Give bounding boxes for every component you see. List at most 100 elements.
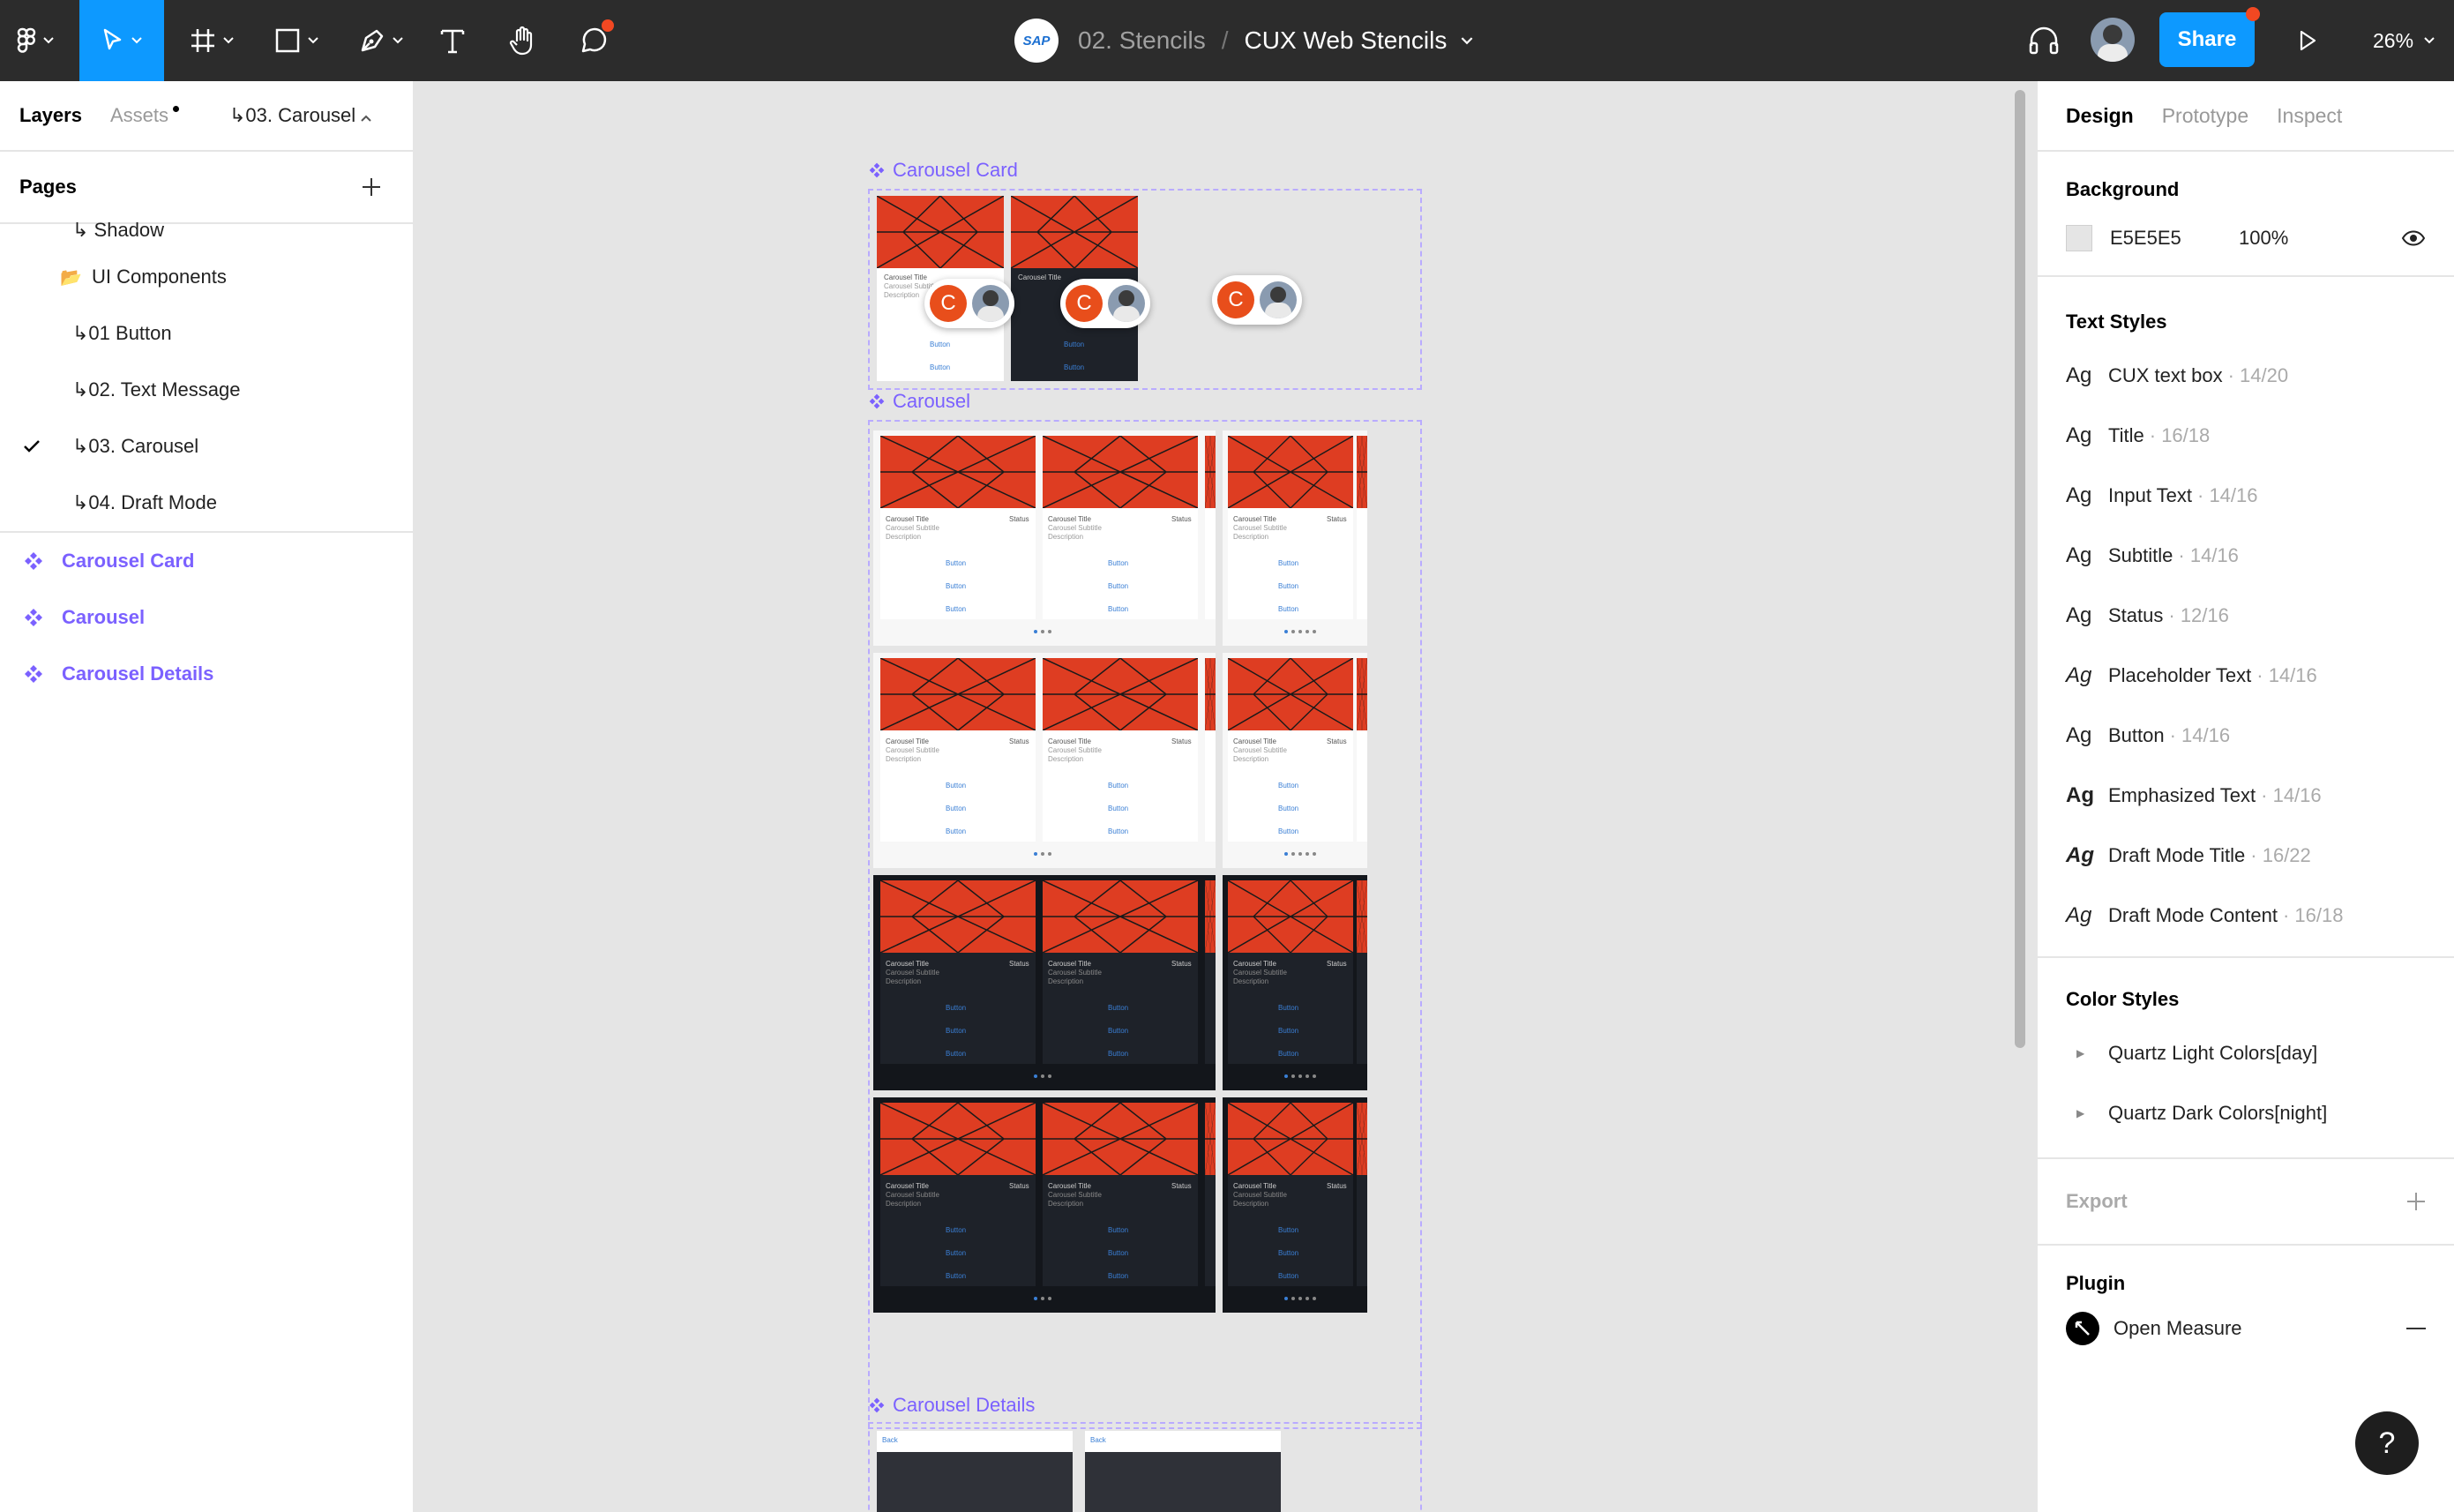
file-title[interactable]: SAP 02. Stencils / CUX Web Stencils xyxy=(1014,0,1473,81)
text-style-row[interactable]: Ag Draft Mode Title · 16/22 xyxy=(2066,826,2426,886)
carousel-card[interactable] xyxy=(1357,658,1367,842)
text-style-row[interactable]: Ag Title · 16/18 xyxy=(2066,406,2426,466)
plugin-row[interactable]: Open Measure xyxy=(2066,1295,2426,1362)
carousel-group[interactable]: Carousel Title Status Carousel Subtitle Des… xyxy=(873,653,1216,868)
page-item-01-button[interactable]: ↳01 Button xyxy=(0,305,413,362)
text-style-row[interactable]: Ag Subtitle · 14/16 xyxy=(2066,526,2426,586)
text-style-row[interactable]: Ag Placeholder Text · 14/16 xyxy=(2066,646,2426,706)
carousel-card[interactable]: Carousel Title Status Carousel Subtitle Des… xyxy=(880,658,1036,842)
carousel-group[interactable]: Carousel Title Status Carousel Subtitle Des… xyxy=(873,875,1216,1090)
frame-tool-button[interactable] xyxy=(176,0,247,81)
carousel-group[interactable]: Carousel Title Status Carousel Subtitle Des… xyxy=(1223,653,1367,868)
frame-label-carousel-card[interactable]: Carousel Card xyxy=(868,159,1018,182)
color-style-row[interactable]: ▶ Quartz Dark Colors[night] xyxy=(2066,1083,2426,1143)
carousel-card[interactable] xyxy=(1205,436,1216,619)
carousel-card[interactable]: Carousel Title Status Carousel Subtitle Des… xyxy=(1228,436,1353,619)
page-item-04-draft-mode[interactable]: ↳04. Draft Mode xyxy=(0,475,413,531)
carousel-card[interactable]: Carousel Title Status Carousel Subtitle Des… xyxy=(1228,658,1353,842)
frame-label-carousel[interactable]: Carousel xyxy=(868,390,970,413)
text-style-row[interactable]: Ag Button · 14/16 xyxy=(2066,706,2426,766)
help-button[interactable]: ? xyxy=(2355,1411,2419,1475)
carousel-group[interactable]: Carousel Title Status Carousel Subtitle Des… xyxy=(1223,875,1367,1090)
carousel-card[interactable]: Carousel Title Status Carousel Subtitle Des… xyxy=(1043,1103,1198,1286)
carousel-card[interactable]: Carousel Title Status Carousel Subtitle Des… xyxy=(880,1103,1036,1286)
background-opacity[interactable]: 100% xyxy=(2239,227,2288,250)
page-item-ui-components[interactable]: 📂 UI Components xyxy=(0,249,413,305)
pagination-dots[interactable] xyxy=(1034,852,1051,856)
expand-triangle-icon[interactable]: ▶ xyxy=(2066,1107,2108,1119)
zoom-control[interactable]: 26% xyxy=(2373,0,2435,81)
tab-prototype[interactable]: Prototype xyxy=(2162,104,2248,128)
current-page-selector[interactable]: ↳03. Carousel xyxy=(229,104,372,127)
carousel-card[interactable]: Carousel Title Status Carousel Subtitle Des… xyxy=(880,436,1036,619)
detail-card[interactable]: Back xyxy=(877,1431,1073,1512)
carousel-group[interactable]: Carousel Title Status Carousel Subtitle Des… xyxy=(873,430,1216,646)
pagination-dots[interactable] xyxy=(1034,1074,1051,1078)
detail-card[interactable]: Back xyxy=(1085,1431,1281,1512)
frame-label-carousel-details[interactable]: Carousel Details xyxy=(868,1394,1035,1417)
card-badge[interactable]: C xyxy=(1212,275,1302,325)
carousel-card[interactable]: Carousel Title Status Carousel Subtitle Des… xyxy=(1228,880,1353,1064)
layer-carousel-details[interactable]: Carousel Details xyxy=(0,646,413,702)
main-menu-button[interactable] xyxy=(0,0,71,81)
chevron-down-icon[interactable] xyxy=(1461,36,1473,45)
carousel-group[interactable]: Carousel Title Status Carousel Subtitle Des… xyxy=(873,1097,1216,1313)
background-hex[interactable]: E5E5E5 xyxy=(2110,227,2239,250)
layer-carousel[interactable]: Carousel xyxy=(0,589,413,646)
hand-tool-button[interactable] xyxy=(503,0,543,81)
carousel-card[interactable] xyxy=(1205,880,1216,1064)
design-canvas[interactable]: Carousel Card Carousel Title Carousel Su… xyxy=(415,81,2036,1512)
carousel-card[interactable] xyxy=(1205,658,1216,842)
layer-carousel-card[interactable]: Carousel Card xyxy=(0,533,413,589)
eye-icon[interactable] xyxy=(2401,229,2426,247)
remove-plugin-icon[interactable] xyxy=(2406,1327,2426,1330)
project-name[interactable]: 02. Stencils xyxy=(1078,26,1206,55)
card-badge[interactable]: C xyxy=(924,279,1014,328)
carousel-card[interactable]: Carousel Title Status Carousel Subtitle Des… xyxy=(880,880,1036,1064)
page-item-03-carousel[interactable]: ↳03. Carousel xyxy=(0,418,413,475)
color-style-row[interactable]: ▶ Quartz Light Colors[day] xyxy=(2066,1023,2426,1083)
pagination-dots[interactable] xyxy=(1034,630,1051,633)
page-item-02-text-message[interactable]: ↳02. Text Message xyxy=(0,362,413,418)
add-export-icon[interactable] xyxy=(2406,1192,2426,1211)
share-button[interactable]: Share xyxy=(2159,12,2255,67)
file-name[interactable]: CUX Web Stencils xyxy=(1245,26,1448,55)
carousel-card[interactable]: Carousel Title Status Carousel Subtitle Des… xyxy=(1043,436,1198,619)
carousel-group[interactable]: Carousel Title Status Carousel Subtitle Des… xyxy=(1223,1097,1367,1313)
frame-carousel-card[interactable]: Carousel Title Carousel Subtitle Descrip… xyxy=(868,189,1422,390)
tab-design[interactable]: Design xyxy=(2066,104,2134,128)
comment-tool-button[interactable] xyxy=(573,0,614,81)
carousel-card[interactable]: Carousel Title Status Carousel Subtitle Des… xyxy=(1043,658,1198,842)
carousel-card[interactable] xyxy=(1205,1103,1216,1286)
text-style-row[interactable]: Ag Status · 12/16 xyxy=(2066,586,2426,646)
move-tool-button[interactable] xyxy=(79,0,164,81)
shape-tool-button[interactable] xyxy=(261,0,332,81)
text-style-row[interactable]: Ag CUX text box · 14/20 xyxy=(2066,346,2426,406)
carousel-card[interactable]: Carousel Title Status Carousel Subtitle Des… xyxy=(1043,880,1198,1064)
canvas-scrollbar[interactable] xyxy=(2015,90,2025,1048)
text-style-row[interactable]: Ag Input Text · 14/16 xyxy=(2066,466,2426,526)
pagination-dots[interactable] xyxy=(1284,630,1316,633)
background-swatch[interactable] xyxy=(2066,225,2092,251)
carousel-card[interactable] xyxy=(1357,1103,1367,1286)
audio-button[interactable] xyxy=(2022,0,2066,81)
card-badge[interactable]: C xyxy=(1060,279,1150,328)
avatar[interactable] xyxy=(2091,18,2135,62)
tab-layers[interactable]: Layers xyxy=(19,104,82,127)
page-item-shadow[interactable]: ↳ Shadow xyxy=(0,212,413,249)
carousel-group[interactable]: Carousel Title Status Carousel Subtitle Des… xyxy=(1223,430,1367,646)
present-button[interactable] xyxy=(2290,0,2325,81)
pagination-dots[interactable] xyxy=(1284,1297,1316,1300)
frame-carousel-details[interactable]: Back Back xyxy=(868,1422,1422,1512)
expand-triangle-icon[interactable]: ▶ xyxy=(2066,1047,2108,1059)
add-page-icon[interactable] xyxy=(362,177,381,197)
frame-carousel[interactable]: Carousel Title Status Carousel Subtitle Des… xyxy=(868,420,1422,1429)
pagination-dots[interactable] xyxy=(1034,1297,1051,1300)
pagination-dots[interactable] xyxy=(1284,852,1316,856)
carousel-card[interactable]: Carousel Title Status Carousel Subtitle Des… xyxy=(1228,1103,1353,1286)
text-tool-button[interactable] xyxy=(432,0,473,81)
carousel-card[interactable] xyxy=(1357,880,1367,1064)
text-style-row[interactable]: Ag Draft Mode Content · 16/18 xyxy=(2066,886,2426,946)
pen-tool-button[interactable] xyxy=(346,0,416,81)
tab-assets[interactable]: Assets xyxy=(110,104,168,127)
